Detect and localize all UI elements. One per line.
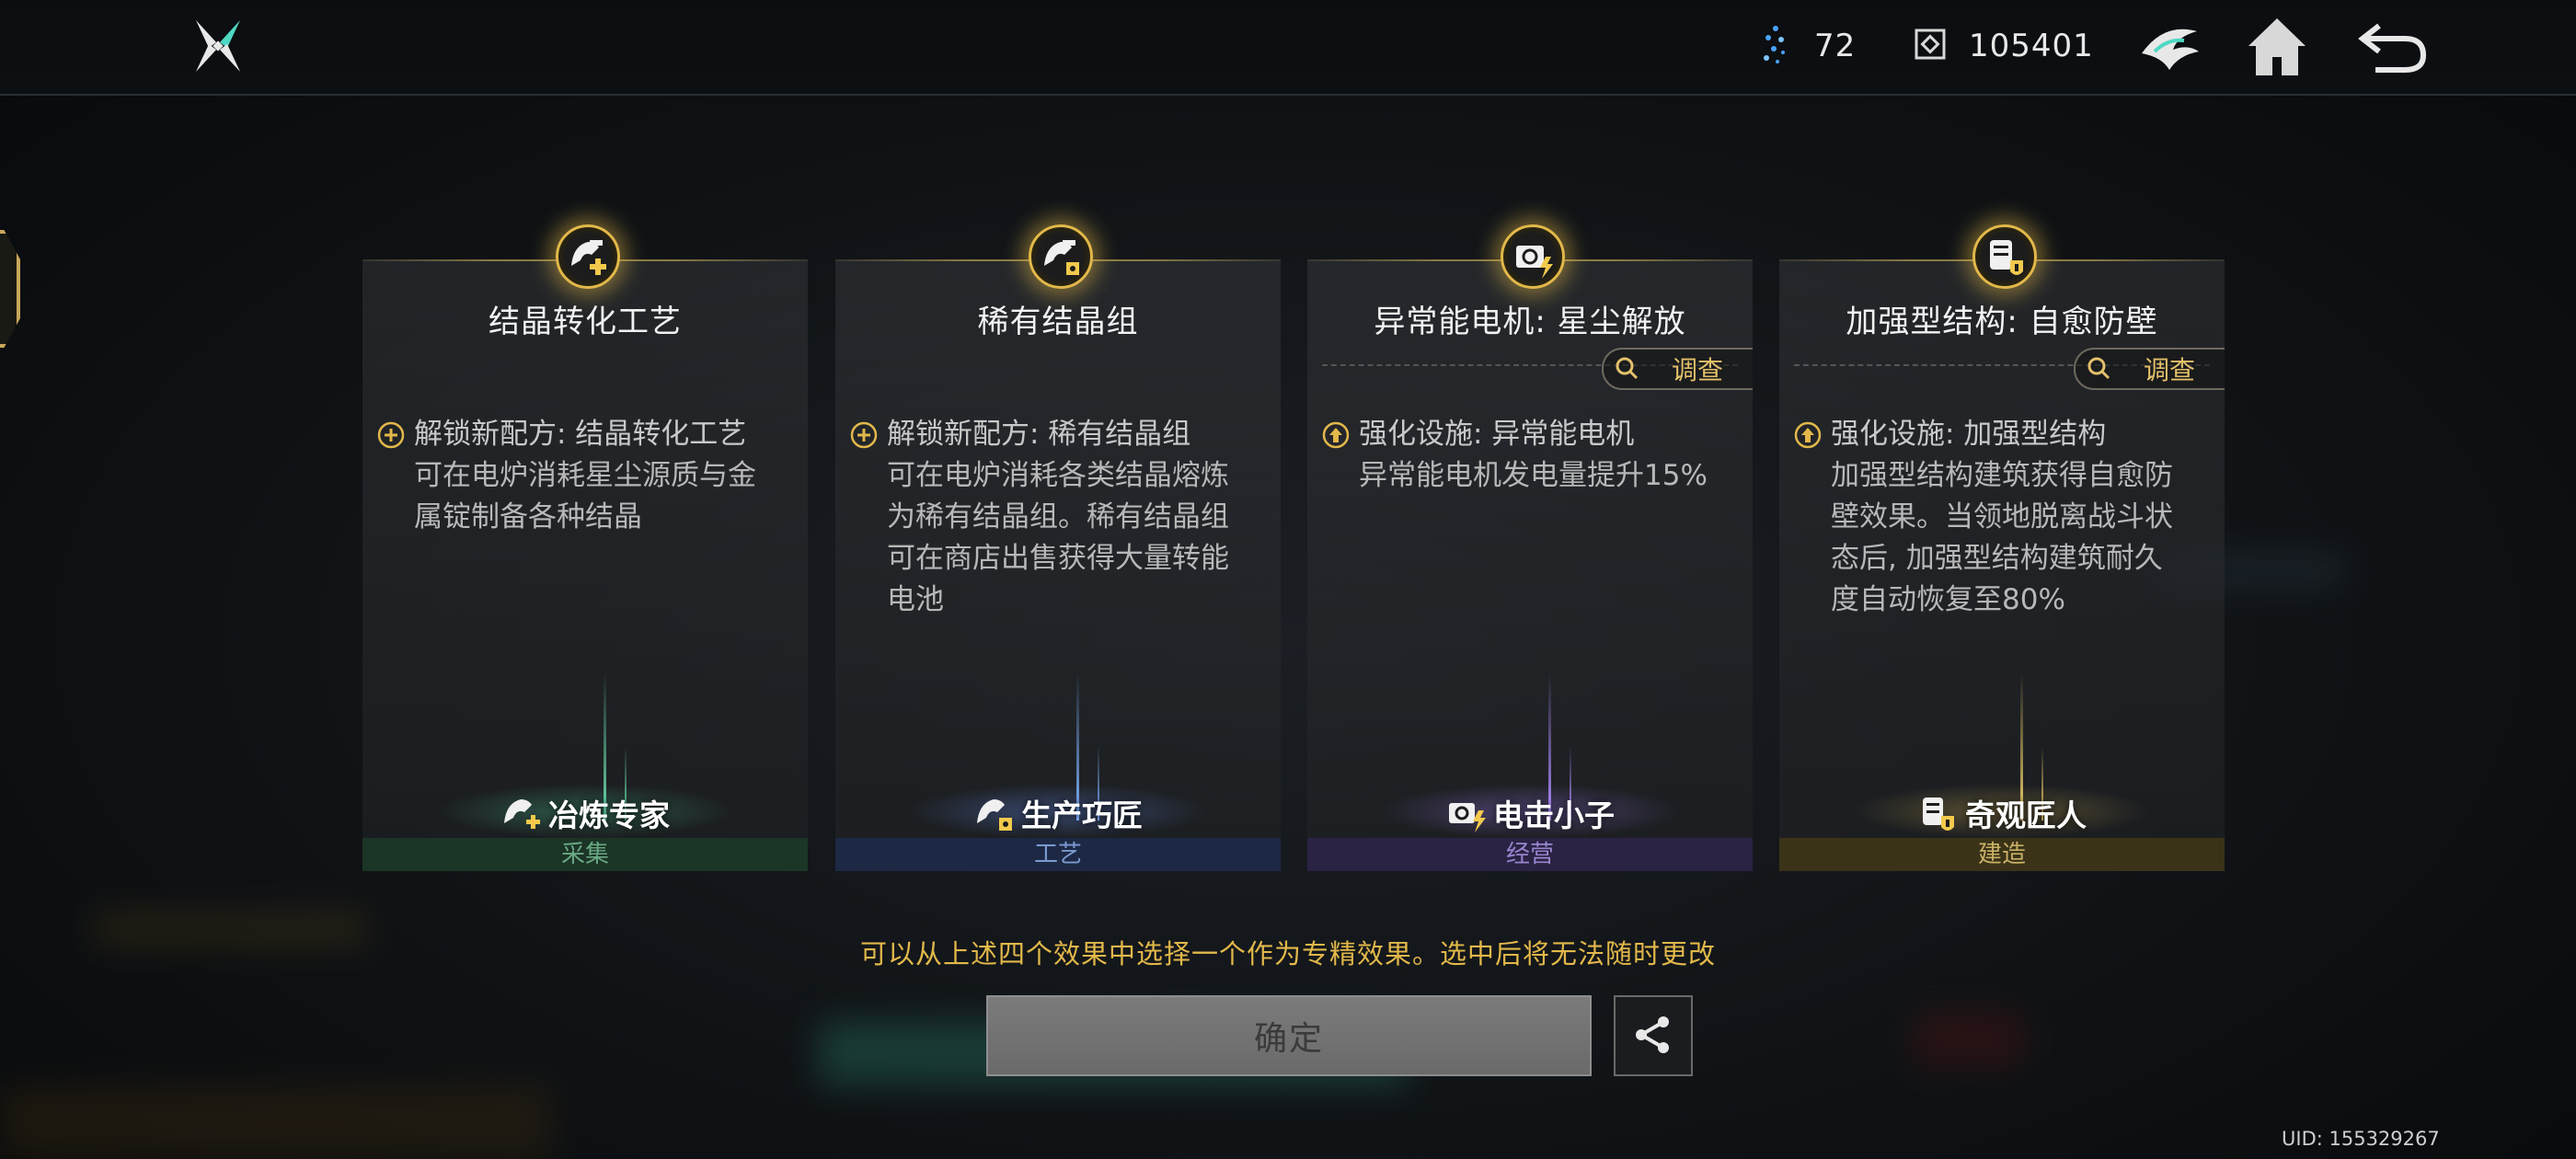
effect-line: 壁效果。当领地脱离战斗状 [1831, 500, 2173, 534]
specialist: 冶炼专家 [362, 791, 808, 835]
chip-icon [1912, 26, 1949, 66]
crystal-icon [1757, 21, 1794, 71]
search-icon [2083, 352, 2116, 385]
crystal-count: 72 [1814, 28, 1857, 64]
card-effect: 解锁新配方: 稀有结晶组 可在电炉消耗各类结晶熔炼 为稀有结晶组。稀有结晶组 可… [850, 414, 1270, 621]
card-title: 稀有结晶组 [977, 304, 1139, 340]
category-label: 经营 [1307, 838, 1753, 871]
plus-circle-icon [850, 421, 878, 449]
home-icon[interactable] [2243, 13, 2311, 81]
confirm-label: 确定 [1253, 1020, 1324, 1058]
effect-heading: 解锁新配方: 结晶转化工艺 [414, 418, 747, 451]
effect-line: 为稀有结晶组。稀有结晶组 [887, 500, 1229, 534]
effect-line: 属锭制备各种结晶 [414, 500, 642, 534]
effect-heading: 强化设施: 加强型结构 [1831, 418, 2107, 451]
effect-line: 态后, 加强型结构建筑耐久 [1831, 542, 2163, 575]
upgrade-arrow-icon [1794, 421, 1822, 449]
effect-line: 可在商店出售获得大量转能 [887, 542, 1229, 575]
investigate-label: 调查 [1672, 355, 1724, 385]
faction-emblem-icon[interactable] [2136, 13, 2204, 81]
effect-line: 异常能电机发电量提升15% [1359, 459, 1708, 492]
specialist-name: 奇观匠人 [1965, 798, 2087, 833]
card-title: 异常能电机: 星尘解放 [1374, 304, 1686, 340]
card-title: 结晶转化工艺 [489, 304, 682, 340]
electric-motor-icon [1445, 792, 1488, 834]
background-blur [0, 1085, 552, 1159]
category-label: 采集 [362, 838, 808, 871]
search-icon [1611, 352, 1644, 385]
category-label: 建造 [1779, 838, 2225, 871]
effect-line: 度自动恢复至80% [1831, 583, 2065, 616]
effect-line: 加强型结构建筑获得自愈防 [1831, 459, 2173, 492]
back-icon[interactable] [2357, 13, 2427, 81]
upgrade-arrow-icon [1322, 421, 1350, 449]
category-label: 工艺 [835, 838, 1281, 871]
share-button[interactable] [1614, 995, 1693, 1076]
effect-line: 电池 [887, 583, 944, 616]
background-blur [1914, 1012, 2024, 1067]
user-id: UID: 155329267 [2282, 1128, 2440, 1150]
smelter-icon [500, 792, 543, 834]
confirm-button[interactable]: 确定 [986, 995, 1592, 1076]
card-badge-icon [1972, 224, 2037, 289]
specialization-card-4[interactable]: 加强型结构: 自愈防壁 调查 强化设施: 加强型结构 加强型结构建筑获得自愈防 … [1779, 224, 2225, 871]
specialization-card-2[interactable]: 稀有结晶组 解锁新配方: 稀有结晶组 可在电炉消耗各类结晶熔炼 为稀有结晶组。稀… [835, 224, 1281, 871]
card-effect: 解锁新配方: 结晶转化工艺 可在电炉消耗星尘源质与金 属锭制备各种结晶 [377, 414, 797, 538]
investigate-label: 调查 [2144, 355, 2196, 385]
investigate-button[interactable]: 调查 [2074, 348, 2225, 390]
card-badge-icon [556, 224, 620, 289]
resource-crystal[interactable]: 72 [1757, 20, 1856, 72]
top-bar: 72 105401 [0, 0, 2576, 96]
specialist: 电击小子 [1307, 791, 1753, 835]
effect-line: 可在电炉消耗星尘源质与金 [414, 459, 756, 492]
specialist-name: 冶炼专家 [548, 798, 670, 833]
card-badge-icon [1029, 224, 1093, 289]
chip-count: 105401 [1969, 28, 2094, 64]
builder-icon [1917, 792, 1960, 834]
specialist-name: 生产巧匠 [1021, 798, 1143, 833]
specialization-card-3[interactable]: 异常能电机: 星尘解放 调查 强化设施: 异常能电机 异常能电机发电量提升15%… [1307, 224, 1753, 871]
effect-heading: 强化设施: 异常能电机 [1359, 418, 1635, 451]
side-tab-handle[interactable] [0, 230, 20, 348]
craftsman-icon [973, 792, 1016, 834]
card-effect: 强化设施: 加强型结构 加强型结构建筑获得自愈防 壁效果。当领地脱离战斗状 态后… [1794, 414, 2214, 621]
card-badge-icon [1501, 224, 1565, 289]
specialist: 奇观匠人 [1779, 791, 2225, 835]
card-effect: 强化设施: 异常能电机 异常能电机发电量提升15% [1322, 414, 1742, 497]
resource-chip[interactable]: 105401 [1912, 20, 2094, 72]
effect-line: 可在电炉消耗各类结晶熔炼 [887, 459, 1229, 492]
game-logo-icon [189, 17, 247, 75]
selection-hint: 可以从上述四个效果中选择一个作为专精效果。选中后将无法随时更改 [859, 938, 1716, 970]
specialist: 生产巧匠 [835, 791, 1281, 835]
specialization-card-1[interactable]: 结晶转化工艺 解锁新配方: 结晶转化工艺 可在电炉消耗星尘源质与金 属锭制备各种… [362, 224, 808, 871]
plus-circle-icon [377, 421, 405, 449]
investigate-button[interactable]: 调查 [1602, 348, 1753, 390]
effect-heading: 解锁新配方: 稀有结晶组 [887, 418, 1191, 451]
card-title: 加强型结构: 自愈防壁 [1846, 304, 2158, 340]
specialist-name: 电击小子 [1493, 798, 1615, 833]
